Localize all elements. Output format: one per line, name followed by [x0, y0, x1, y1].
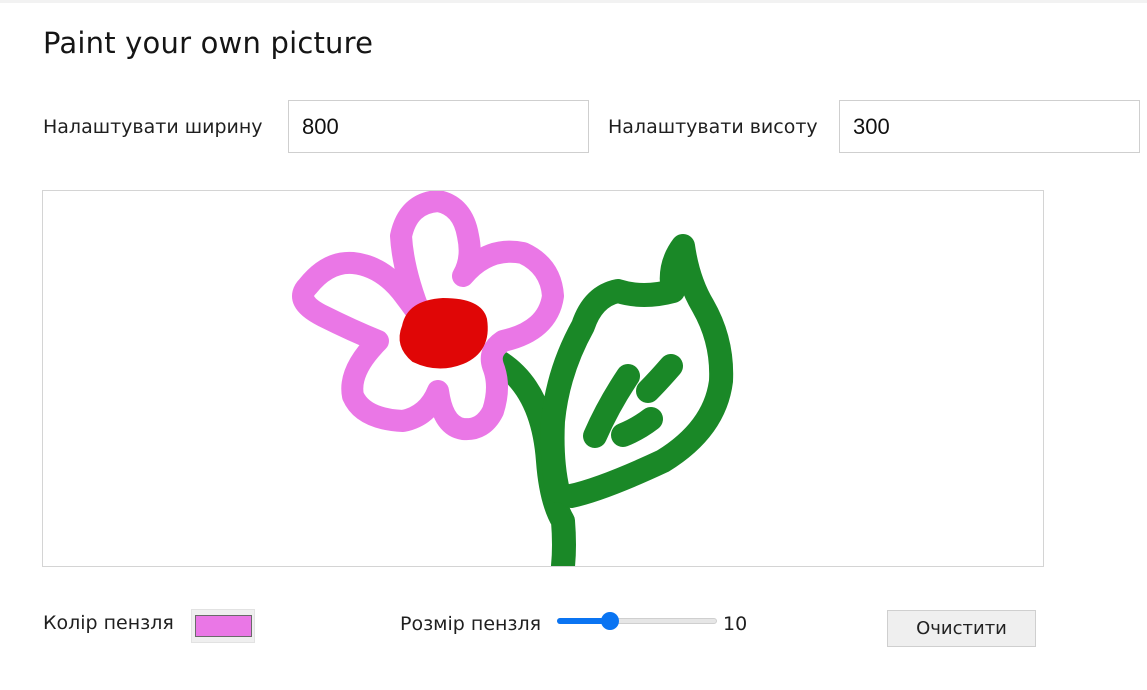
- brush-size-label: Розмір пензля: [400, 613, 542, 635]
- brush-color-swatch: [195, 615, 252, 637]
- height-label: Налаштувати висоту: [608, 116, 818, 138]
- width-label: Налаштувати ширину: [43, 116, 263, 138]
- brush-size-slider[interactable]: [557, 612, 717, 630]
- width-input[interactable]: [288, 100, 589, 153]
- brush-color-picker[interactable]: [191, 609, 255, 643]
- brush-color-label: Колір пензля: [43, 612, 174, 634]
- clear-button[interactable]: Очистити: [887, 610, 1036, 647]
- height-input[interactable]: [839, 100, 1140, 153]
- drawing-surface: [292, 191, 734, 566]
- leaf-vein-stroke: [611, 407, 663, 447]
- brush-size-value: 10: [723, 613, 748, 635]
- flower-center: [399, 298, 488, 369]
- top-divider: [0, 0, 1147, 3]
- leaf-vein-stroke: [636, 354, 683, 403]
- drawing-canvas[interactable]: [42, 190, 1044, 567]
- page-title: Paint your own picture: [43, 26, 374, 60]
- slider-thumb[interactable]: [601, 612, 620, 630]
